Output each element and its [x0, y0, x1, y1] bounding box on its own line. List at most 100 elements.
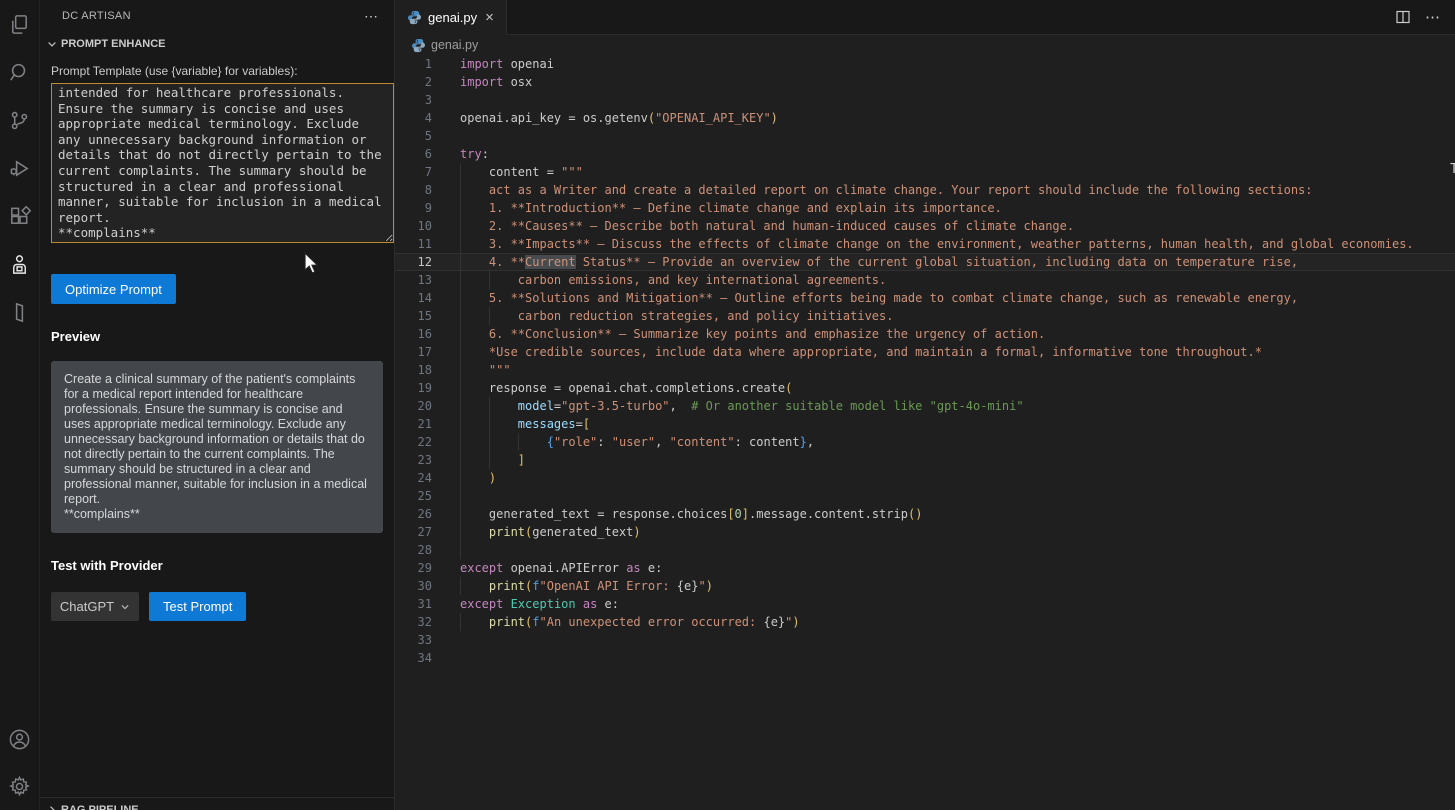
indent-guide [460, 397, 461, 415]
indent-guide [460, 541, 461, 559]
code-line[interactable]: 8 act as a Writer and create a detailed … [395, 181, 1455, 199]
line-number: 8 [395, 181, 432, 199]
line-number: 20 [395, 397, 432, 415]
provider-select-value: ChatGPT [60, 599, 114, 614]
code-line[interactable]: 1import openai [395, 55, 1455, 73]
line-number: 27 [395, 523, 432, 541]
line-number: 9 [395, 199, 432, 217]
line-number: 4 [395, 109, 432, 127]
split-editor-icon[interactable] [1395, 9, 1411, 25]
code-line[interactable]: 6try: [395, 145, 1455, 163]
settings-gear-icon[interactable] [0, 763, 40, 810]
test-prompt-button[interactable]: Test Prompt [149, 592, 246, 621]
activity-bar [0, 0, 40, 810]
code-lines: 1import openai2import osx34openai.api_ke… [395, 55, 1455, 667]
indent-guide [460, 343, 461, 361]
optimize-prompt-button[interactable]: Optimize Prompt [51, 274, 176, 304]
indent-guide [460, 469, 461, 487]
line-number: 21 [395, 415, 432, 433]
line-number: 22 [395, 433, 432, 451]
code-line[interactable]: 7 content = """ [395, 163, 1455, 181]
indent-guide [489, 397, 490, 415]
code-line[interactable]: 5 [395, 127, 1455, 145]
code-line[interactable]: 33 [395, 631, 1455, 649]
code-line[interactable]: 31except Exception as e: [395, 595, 1455, 613]
code-line[interactable]: 9 1. **Introduction** — Define climate c… [395, 199, 1455, 217]
code-line[interactable]: 34 [395, 649, 1455, 667]
provider-select[interactable]: ChatGPT [51, 592, 139, 621]
indent-guide [460, 613, 461, 631]
notebook-icon[interactable] [0, 288, 40, 336]
tab-close-icon[interactable]: × [483, 10, 496, 25]
extensions-icon[interactable] [0, 192, 40, 240]
indent-guide [489, 271, 490, 289]
code-line[interactable]: 4openai.api_key = os.getenv("OPENAI_API_… [395, 109, 1455, 127]
line-number: 7 [395, 163, 432, 181]
code-line[interactable]: 25 [395, 487, 1455, 505]
prompt-template-label: Prompt Template (use {variable} for vari… [51, 64, 383, 78]
code-line[interactable]: 23 ] [395, 451, 1455, 469]
line-number: 14 [395, 289, 432, 307]
code-editor[interactable]: 1import openai2import osx34openai.api_ke… [395, 55, 1455, 810]
code-line[interactable]: 18 """ [395, 361, 1455, 379]
code-line[interactable]: 32 print(f"An unexpected error occurred:… [395, 613, 1455, 631]
run-debug-icon[interactable] [0, 144, 40, 192]
chevron-right-icon [46, 804, 58, 810]
code-line[interactable]: 12 4. **Current Status** — Provide an ov… [395, 253, 1455, 271]
code-line[interactable]: 3 [395, 91, 1455, 109]
chevron-down-icon [46, 38, 58, 50]
code-line[interactable]: 2import osx [395, 73, 1455, 91]
code-line[interactable]: 17 *Use credible sources, include data w… [395, 343, 1455, 361]
code-line[interactable]: 20 model="gpt-3.5-turbo", # Or another s… [395, 397, 1455, 415]
breadcrumb[interactable]: genai.py [395, 35, 1455, 55]
section-rag-pipeline-label: RAG PIPELINE [61, 804, 139, 810]
indent-guide [489, 307, 490, 325]
source-control-icon[interactable] [0, 96, 40, 144]
breadcrumb-item-file[interactable]: genai.py [431, 38, 478, 52]
explorer-icon[interactable] [0, 0, 40, 48]
line-number: 16 [395, 325, 432, 343]
code-line[interactable]: 11 3. **Impacts** — Discuss the effects … [395, 235, 1455, 253]
section-prompt-enhance-label: PROMPT ENHANCE [61, 38, 166, 50]
sidebar-more-actions-icon[interactable]: ⋯ [360, 8, 382, 25]
code-line[interactable]: 16 6. **Conclusion** — Summarize key poi… [395, 325, 1455, 343]
section-prompt-enhance[interactable]: PROMPT ENHANCE [40, 32, 394, 56]
tab-genai-py[interactable]: genai.py × [395, 0, 507, 35]
code-line[interactable]: 29except openai.APIError as e: [395, 559, 1455, 577]
indent-guide [460, 271, 461, 289]
prompt-template-input[interactable]: intended for healthcare professionals. E… [51, 83, 394, 243]
section-rag-pipeline[interactable]: RAG PIPELINE [40, 797, 394, 810]
preview-heading: Preview [51, 329, 383, 344]
indent-guide [489, 433, 490, 451]
line-number: 10 [395, 217, 432, 235]
code-line[interactable]: 28 [395, 541, 1455, 559]
account-icon[interactable] [0, 716, 40, 763]
indent-guide [460, 307, 461, 325]
code-line[interactable]: 13 carbon emissions, and key internation… [395, 271, 1455, 289]
line-number: 33 [395, 631, 432, 649]
editor-more-actions-icon[interactable]: ⋯ [1425, 8, 1441, 26]
line-number: 2 [395, 73, 432, 91]
indent-guide [460, 235, 461, 253]
code-line[interactable]: 14 5. **Solutions and Mitigation** — Out… [395, 289, 1455, 307]
line-number: 32 [395, 613, 432, 631]
search-icon[interactable] [0, 48, 40, 96]
code-line[interactable]: 27 print(generated_text) [395, 523, 1455, 541]
code-line[interactable]: 26 generated_text = response.choices[0].… [395, 505, 1455, 523]
code-line[interactable]: 30 print(f"OpenAI API Error: {e}") [395, 577, 1455, 595]
code-line[interactable]: 19 response = openai.chat.completions.cr… [395, 379, 1455, 397]
code-line[interactable]: 24 ) [395, 469, 1455, 487]
indent-guide [460, 163, 461, 181]
code-line[interactable]: 10 2. **Causes** — Describe both natural… [395, 217, 1455, 235]
code-line[interactable]: 22 {"role": "user", "content": content}, [395, 433, 1455, 451]
code-line[interactable]: 21 messages=[ [395, 415, 1455, 433]
code-line[interactable]: 15 carbon reduction strategies, and poli… [395, 307, 1455, 325]
dc-artisan-icon[interactable] [0, 240, 40, 288]
indent-guide [460, 289, 461, 307]
indent-guide [460, 325, 461, 343]
indent-guide [460, 487, 461, 505]
sidebar-title: DC ARTISAN [62, 10, 360, 22]
tab-label: genai.py [428, 10, 477, 25]
preview-box: Create a clinical summary of the patient… [51, 361, 383, 533]
indent-guide [489, 451, 490, 469]
